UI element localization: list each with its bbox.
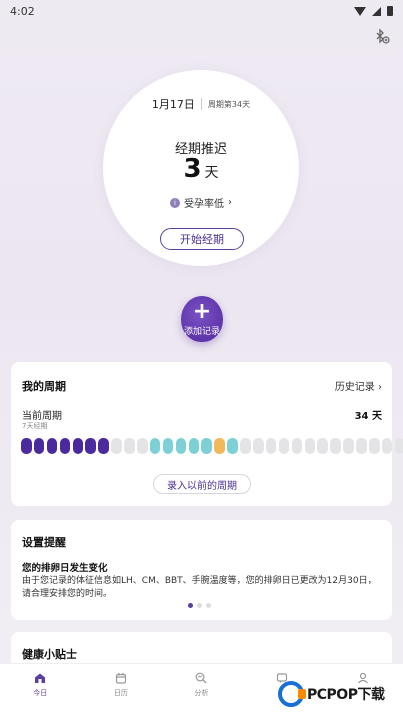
days-count: 3	[183, 154, 202, 184]
current-cycle-label: 当前周期	[22, 411, 62, 422]
pager-dot[interactable]	[206, 603, 211, 608]
days-unit: 天	[204, 165, 219, 181]
bluetooth-device-button[interactable]	[371, 26, 393, 48]
cycle-dot-period	[21, 438, 32, 454]
cycle-dot-normal	[394, 438, 403, 454]
tips-card-title: 健康小贴士	[22, 648, 77, 661]
reminder-heading: 您的排卵日发生变化	[22, 563, 108, 574]
my-cycle-card: 我的周期 历史记录 › 当前周期 7天经期 34 天 录入以前的周期	[11, 362, 403, 506]
cycle-dot-fertile	[175, 438, 187, 454]
pager-dot[interactable]	[188, 603, 193, 608]
status-bar: 4:02	[0, 0, 403, 22]
reminder-body: 由于您记录的体征信息如LH、CM、BBT、手腕温度等，您的排卵日已更改为12月3…	[22, 576, 377, 599]
cycle-dot-normal	[317, 438, 328, 454]
tab-analysis[interactable]: 分析	[161, 664, 242, 720]
calendar-icon	[115, 673, 126, 684]
plus-icon: +	[192, 298, 212, 324]
watermark: PCPOP下载	[278, 681, 385, 707]
cycle-dot-normal	[265, 438, 277, 454]
cycle-status-circle: 1月17日 周期第34天 经期推迟 3天 i 受孕率低 › 开始经期	[103, 70, 299, 266]
date-row: 1月17日 周期第34天	[103, 96, 299, 112]
history-link[interactable]: 历史记录 ›	[335, 378, 382, 393]
cycle-dot-period	[46, 438, 58, 454]
cycle-dot-normal	[278, 438, 290, 454]
enter-past-cycles-button[interactable]: 录入以前的周期	[153, 474, 251, 494]
cycle-dot-normal	[369, 438, 380, 454]
start-period-button[interactable]: 开始经期	[160, 228, 244, 250]
cycle-dot-normal	[111, 438, 122, 454]
cycle-dot-period	[85, 438, 96, 454]
chevron-right-icon: ›	[228, 197, 232, 208]
days-row: 3天	[103, 154, 299, 184]
tab-calendar[interactable]: 日历	[81, 664, 162, 720]
cycle-dot-normal	[124, 438, 135, 454]
info-icon: i	[170, 197, 180, 208]
watermark-text: PCPOP下载	[307, 687, 385, 703]
analysis-icon	[196, 672, 207, 684]
date-divider	[200, 98, 202, 110]
reminder-card-title: 设置提醒	[22, 536, 66, 549]
current-date: 1月17日	[151, 98, 195, 111]
add-record-button[interactable]: + 添加记录	[181, 296, 223, 342]
current-cycle-days: 34 天	[354, 411, 382, 422]
fertility-row[interactable]: i 受孕率低 ›	[103, 195, 299, 210]
reminder-pager	[188, 603, 211, 608]
fertility-label: 受孕率低	[184, 199, 224, 210]
status-time: 4:02	[10, 4, 35, 18]
cycle-dot-normal	[381, 438, 393, 454]
wifi-icon	[354, 6, 366, 16]
status-icons	[354, 6, 393, 16]
tab-today[interactable]: 今日	[0, 664, 81, 720]
cycle-dots	[21, 438, 403, 454]
cycle-dot-normal	[137, 438, 148, 454]
cycle-dot-fertile	[149, 438, 161, 454]
add-record-label: 添加记录	[183, 326, 220, 337]
cycle-dot-normal	[240, 438, 251, 454]
pager-dot[interactable]	[197, 603, 202, 608]
cycle-card-title: 我的周期	[22, 380, 66, 393]
cycle-dot-period	[33, 438, 45, 454]
cycle-dot-normal	[356, 438, 367, 454]
home-icon	[35, 673, 46, 683]
tab-label: 今日	[33, 689, 48, 697]
cycle-dot-period	[59, 438, 71, 454]
cycle-dot-period	[98, 438, 109, 454]
cycle-dot-normal	[304, 438, 316, 454]
cycle-dot-fertile	[227, 438, 238, 454]
cycle-dot-normal	[343, 438, 354, 454]
battery-icon	[387, 6, 393, 16]
cycle-dot-normal	[330, 438, 341, 454]
tab-label: 分析	[194, 689, 209, 697]
bluetooth-add-icon	[376, 28, 390, 44]
current-cycle-sub: 7天经期	[22, 422, 48, 430]
tab-label: 日历	[113, 689, 128, 697]
cycle-dot-period	[72, 438, 84, 454]
cycle-dot-normal	[291, 438, 303, 454]
cycle-dot-normal	[253, 438, 264, 454]
cycle-dot-ovulation	[214, 438, 225, 454]
cycle-dot-fertile	[162, 438, 174, 454]
cycle-dot-fertile	[188, 438, 200, 454]
cycle-day: 周期第34天	[207, 99, 251, 109]
cycle-dot-fertile	[201, 438, 212, 454]
signal-icon	[372, 6, 381, 16]
pcpop-logo-icon	[278, 681, 306, 707]
